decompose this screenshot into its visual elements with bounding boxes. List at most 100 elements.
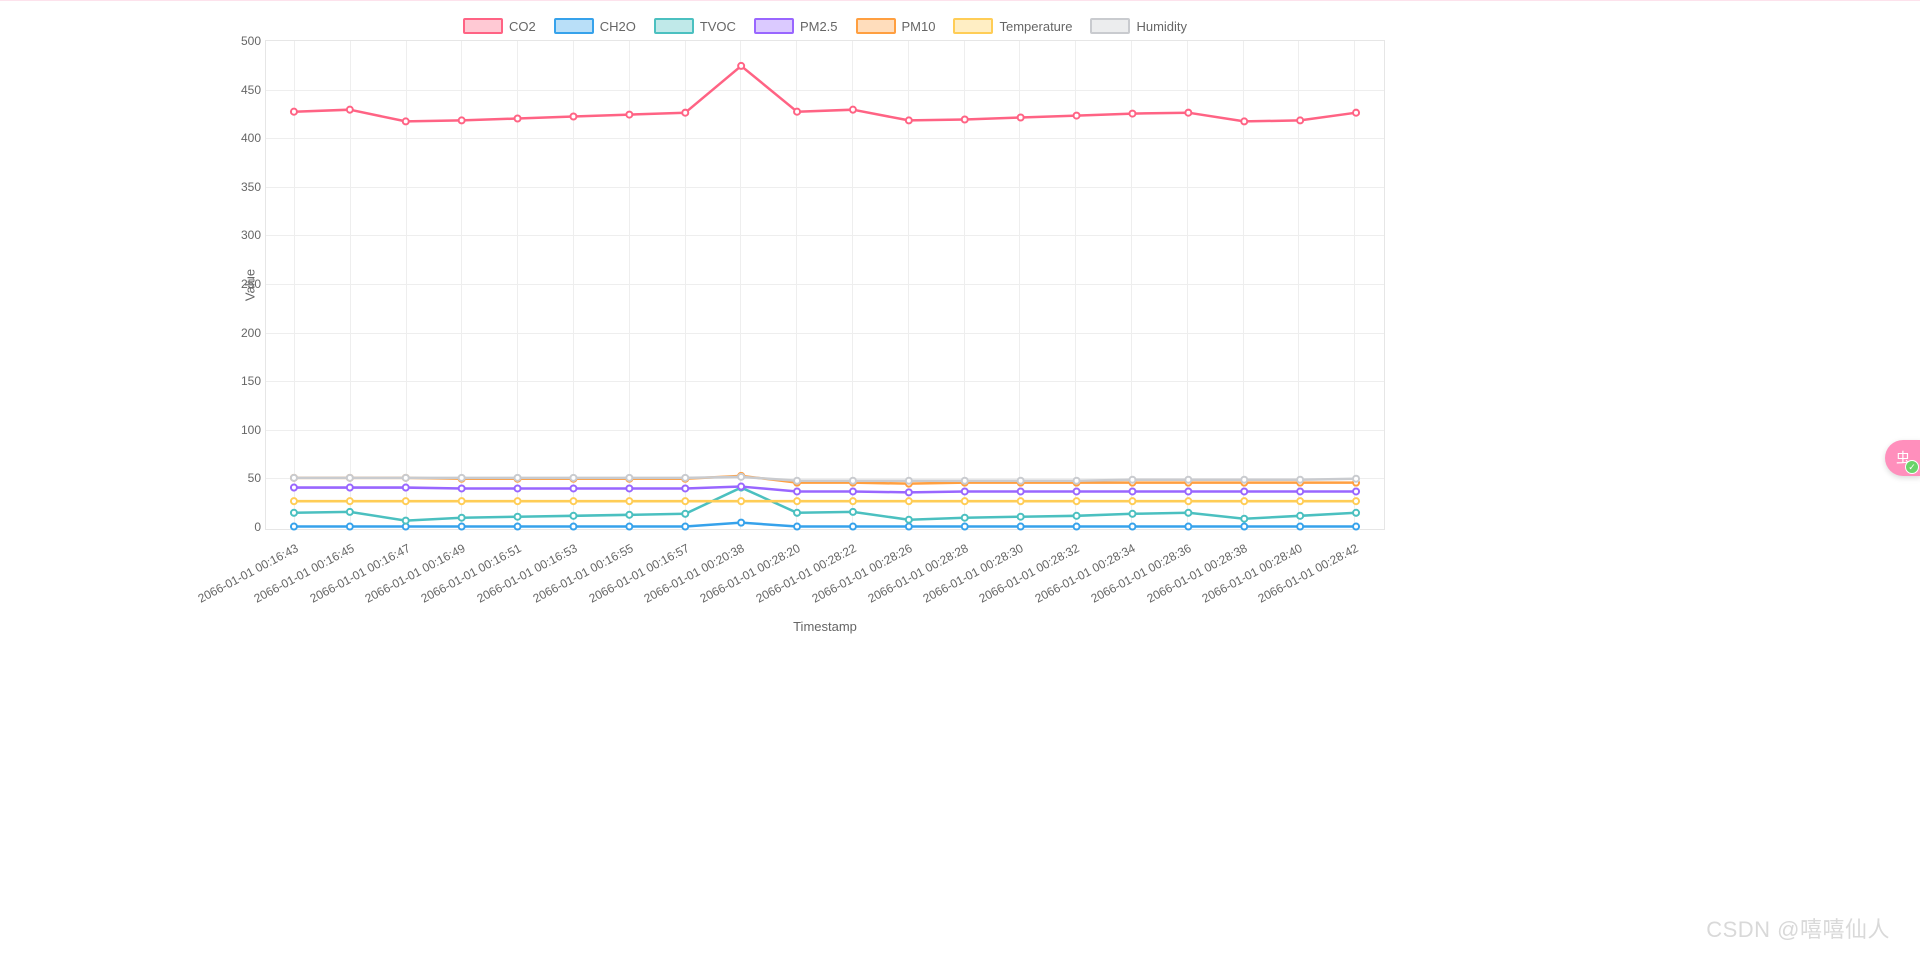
data-point[interactable]	[1074, 113, 1080, 119]
data-point[interactable]	[1353, 476, 1359, 482]
data-point[interactable]	[1129, 524, 1135, 530]
data-point[interactable]	[626, 475, 632, 481]
data-point[interactable]	[1297, 488, 1303, 494]
data-point[interactable]	[459, 524, 465, 530]
data-point[interactable]	[906, 498, 912, 504]
data-point[interactable]	[682, 475, 688, 481]
data-point[interactable]	[906, 489, 912, 495]
data-point[interactable]	[682, 511, 688, 517]
data-point[interactable]	[906, 524, 912, 530]
data-point[interactable]	[682, 110, 688, 116]
data-point[interactable]	[1185, 498, 1191, 504]
data-point[interactable]	[1074, 513, 1080, 519]
data-point[interactable]	[1129, 511, 1135, 517]
data-point[interactable]	[850, 524, 856, 530]
data-point[interactable]	[1353, 510, 1359, 516]
data-point[interactable]	[1185, 110, 1191, 116]
data-point[interactable]	[459, 475, 465, 481]
data-point[interactable]	[1297, 524, 1303, 530]
data-point[interactable]	[906, 517, 912, 523]
data-point[interactable]	[515, 115, 521, 121]
data-point[interactable]	[1185, 524, 1191, 530]
legend-item-temperature[interactable]: Temperature	[953, 18, 1072, 34]
data-point[interactable]	[626, 498, 632, 504]
data-point[interactable]	[794, 478, 800, 484]
data-point[interactable]	[738, 520, 744, 526]
data-point[interactable]	[850, 107, 856, 113]
data-point[interactable]	[1129, 111, 1135, 117]
data-point[interactable]	[1241, 516, 1247, 522]
data-point[interactable]	[347, 475, 353, 481]
data-point[interactable]	[626, 112, 632, 118]
legend-item-tvoc[interactable]: TVOC	[654, 18, 736, 34]
data-point[interactable]	[1241, 488, 1247, 494]
data-point[interactable]	[459, 515, 465, 521]
data-point[interactable]	[794, 524, 800, 530]
data-point[interactable]	[570, 485, 576, 491]
data-point[interactable]	[1018, 514, 1024, 520]
data-point[interactable]	[738, 474, 744, 480]
data-point[interactable]	[1297, 477, 1303, 483]
data-point[interactable]	[626, 512, 632, 518]
data-point[interactable]	[682, 498, 688, 504]
data-point[interactable]	[1297, 513, 1303, 519]
data-point[interactable]	[515, 485, 521, 491]
data-point[interactable]	[1074, 478, 1080, 484]
data-point[interactable]	[962, 524, 968, 530]
data-point[interactable]	[962, 498, 968, 504]
data-point[interactable]	[1074, 498, 1080, 504]
data-point[interactable]	[1129, 477, 1135, 483]
data-point[interactable]	[347, 107, 353, 113]
data-point[interactable]	[962, 116, 968, 122]
assistant-badge[interactable]: 虫 ✓	[1885, 440, 1920, 476]
data-point[interactable]	[626, 524, 632, 530]
data-point[interactable]	[1297, 117, 1303, 123]
data-point[interactable]	[515, 524, 521, 530]
data-point[interactable]	[515, 475, 521, 481]
data-point[interactable]	[1185, 488, 1191, 494]
data-point[interactable]	[403, 118, 409, 124]
data-point[interactable]	[515, 514, 521, 520]
data-point[interactable]	[738, 484, 744, 490]
data-point[interactable]	[291, 498, 297, 504]
data-point[interactable]	[1353, 498, 1359, 504]
data-point[interactable]	[850, 498, 856, 504]
data-point[interactable]	[1074, 488, 1080, 494]
legend-item-pm25[interactable]: PM2.5	[754, 18, 838, 34]
data-point[interactable]	[291, 510, 297, 516]
data-point[interactable]	[291, 109, 297, 115]
legend-item-pm10[interactable]: PM10	[856, 18, 936, 34]
data-point[interactable]	[794, 498, 800, 504]
legend-item-co2[interactable]: CO2	[463, 18, 536, 34]
data-point[interactable]	[459, 117, 465, 123]
legend-item-ch2o[interactable]: CH2O	[554, 18, 636, 34]
data-point[interactable]	[738, 63, 744, 69]
data-point[interactable]	[794, 109, 800, 115]
data-point[interactable]	[403, 518, 409, 524]
data-point[interactable]	[1018, 488, 1024, 494]
data-point[interactable]	[962, 488, 968, 494]
data-point[interactable]	[459, 498, 465, 504]
data-point[interactable]	[1353, 524, 1359, 530]
data-point[interactable]	[1018, 114, 1024, 120]
data-point[interactable]	[1297, 498, 1303, 504]
data-point[interactable]	[962, 478, 968, 484]
data-point[interactable]	[1018, 498, 1024, 504]
data-point[interactable]	[682, 485, 688, 491]
data-point[interactable]	[1074, 524, 1080, 530]
data-point[interactable]	[403, 475, 409, 481]
data-point[interactable]	[403, 498, 409, 504]
data-point[interactable]	[291, 475, 297, 481]
data-point[interactable]	[1185, 510, 1191, 516]
data-point[interactable]	[1241, 118, 1247, 124]
data-point[interactable]	[850, 509, 856, 515]
data-point[interactable]	[291, 524, 297, 530]
data-point[interactable]	[1129, 488, 1135, 494]
data-point[interactable]	[403, 485, 409, 491]
data-point[interactable]	[906, 117, 912, 123]
data-point[interactable]	[738, 498, 744, 504]
data-point[interactable]	[291, 485, 297, 491]
data-point[interactable]	[1353, 488, 1359, 494]
data-point[interactable]	[347, 509, 353, 515]
data-point[interactable]	[682, 524, 688, 530]
